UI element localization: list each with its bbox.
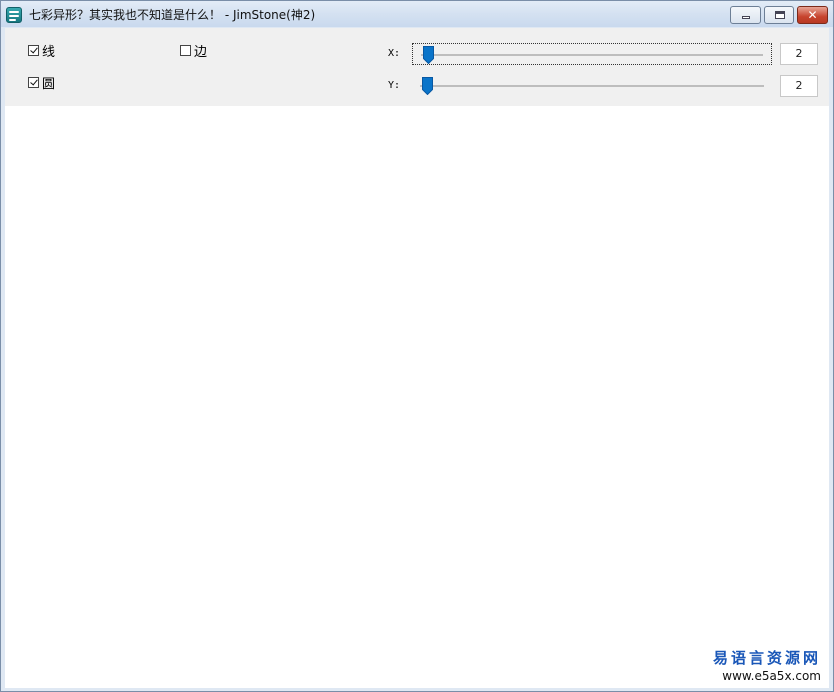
watermark-name: 易语言资源网 bbox=[712, 649, 821, 667]
circle-checkbox-label: 圆 bbox=[42, 76, 56, 92]
y-slider-track bbox=[420, 85, 764, 87]
edge-checkbox-label: 边 bbox=[194, 44, 208, 60]
close-icon: ✕ bbox=[807, 8, 818, 22]
line-checkbox-label: 线 bbox=[42, 44, 56, 60]
watermark-url: www.e5a5x.com bbox=[722, 669, 821, 683]
options-panel: 线 边 圆 X: 2 Y: 2 bbox=[5, 28, 829, 106]
y-slider[interactable] bbox=[412, 75, 772, 97]
edge-checkbox-box[interactable] bbox=[180, 44, 191, 56]
circle-checkbox[interactable]: 圆 bbox=[28, 74, 56, 92]
circle-checkbox-box[interactable] bbox=[28, 76, 39, 88]
watermark: 易语言资源网 www.e5a5x.com bbox=[713, 647, 821, 683]
x-slider[interactable] bbox=[412, 43, 772, 65]
maximize-icon bbox=[775, 11, 785, 19]
app-icon[interactable] bbox=[6, 7, 22, 23]
edge-checkbox[interactable]: 边 bbox=[180, 42, 208, 60]
minimize-button[interactable] bbox=[730, 6, 761, 24]
y-value-box[interactable]: 2 bbox=[780, 75, 818, 97]
title-bar[interactable]: 七彩异形？其实我也不知道是什么！ - JimStone(神2) ✕ bbox=[1, 1, 833, 27]
window-title: 七彩异形？其实我也不知道是什么！ - JimStone(神2) bbox=[29, 8, 316, 22]
app-window: 七彩异形？其实我也不知道是什么！ - JimStone(神2) ✕ 线 边 圆 … bbox=[0, 0, 834, 692]
x-slider-label: X: bbox=[388, 48, 401, 59]
y-slider-label: Y: bbox=[388, 80, 401, 91]
maximize-button[interactable] bbox=[764, 6, 794, 24]
x-value-box[interactable]: 2 bbox=[780, 43, 818, 65]
x-slider-thumb[interactable] bbox=[423, 46, 434, 64]
y-slider-thumb[interactable] bbox=[422, 77, 433, 95]
line-checkbox-box[interactable] bbox=[28, 44, 39, 56]
close-button[interactable]: ✕ bbox=[797, 6, 828, 24]
minimize-icon bbox=[742, 16, 750, 19]
drawing-canvas[interactable]: 易语言资源网 www.e5a5x.com bbox=[5, 106, 829, 688]
line-checkbox[interactable]: 线 bbox=[28, 42, 56, 60]
x-slider-track bbox=[421, 54, 763, 56]
